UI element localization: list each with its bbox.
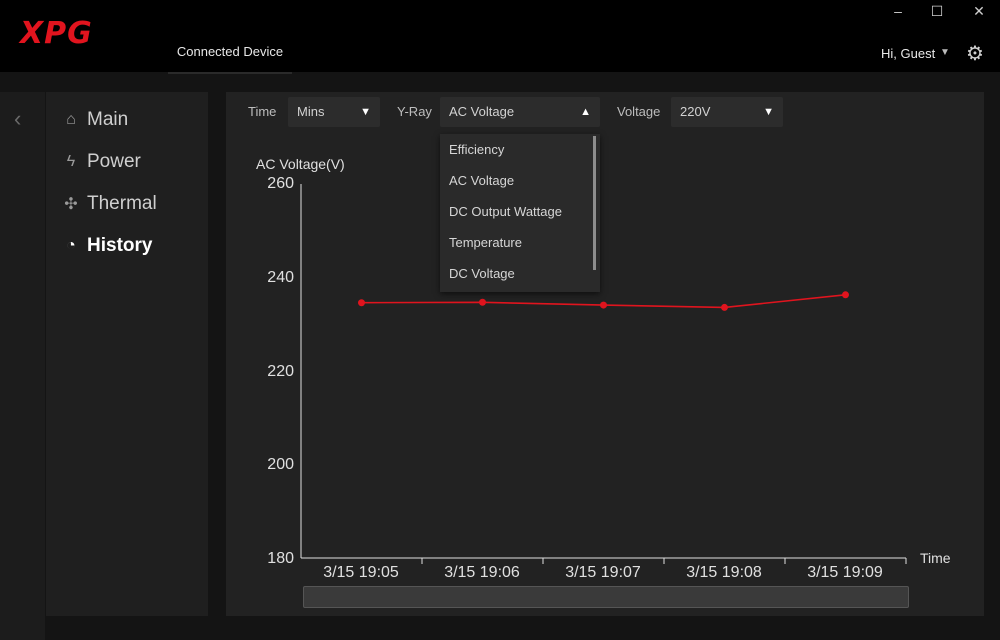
dropdown-option-temperature[interactable]: Temperature [449, 235, 522, 250]
xpg-logo: XPG [20, 16, 93, 51]
data-point[interactable] [358, 299, 365, 307]
collapse-strip [0, 92, 45, 640]
sidebar-item-label: History [87, 235, 153, 256]
chart-scrollbar[interactable] [303, 586, 909, 608]
sidebar: ⌂ Main ϟ Power ✣ Thermal ◔ History [46, 92, 208, 616]
maximize-button[interactable]: ☐ [925, 2, 949, 20]
history-panel: Time Mins ▼ Y-Ray AC Voltage ▲ Voltage 2… [226, 92, 984, 616]
history-chart [300, 184, 907, 564]
data-point[interactable] [600, 301, 607, 309]
x-tick-label: 3/15 19:08 [686, 564, 762, 581]
data-point[interactable] [842, 291, 849, 299]
user-greeting[interactable]: Hi, Guest [881, 46, 935, 61]
chevron-down-icon[interactable]: ▼ [940, 47, 950, 58]
data-point[interactable] [479, 298, 486, 306]
x-tick-label: 3/15 19:09 [807, 564, 883, 581]
dropdown-option-ac-voltage[interactable]: AC Voltage [449, 173, 514, 188]
tab-connected-device[interactable]: Connected Device [168, 34, 292, 74]
x-axis-title: Time [920, 550, 951, 566]
dropdown-scrollbar[interactable] [593, 136, 596, 270]
sidebar-item-label: Main [87, 109, 129, 130]
sidebar-item-main[interactable]: ⌂ Main [61, 105, 128, 135]
x-tick-label: 3/15 19:05 [323, 564, 399, 581]
minimize-button[interactable]: – [886, 2, 910, 20]
data-point[interactable] [721, 303, 728, 311]
home-icon: ⌂ [66, 111, 76, 128]
sidebar-item-label: Thermal [87, 193, 157, 214]
sidebar-item-history[interactable]: ◔ History [61, 231, 152, 261]
x-tick-label: 3/15 19:06 [444, 564, 520, 581]
sidebar-item-power[interactable]: ϟ Power [61, 147, 141, 177]
yray-dropdown-menu: Efficiency AC Voltage DC Output Wattage … [440, 134, 600, 292]
lightning-icon: ϟ [66, 153, 76, 170]
x-tick-label: 3/15 19:07 [565, 564, 641, 581]
fan-icon: ✣ [64, 196, 78, 213]
gear-icon[interactable]: ⚙ [966, 44, 984, 64]
clock-icon: ◔ [66, 237, 76, 254]
sidebar-item-label: Power [87, 151, 141, 172]
dropdown-option-dc-voltage[interactable]: DC Voltage [449, 266, 515, 281]
sidebar-item-thermal[interactable]: ✣ Thermal [61, 189, 157, 219]
close-button[interactable]: ✕ [967, 2, 991, 20]
dropdown-option-dc-output-wattage[interactable]: DC Output Wattage [449, 204, 562, 219]
dropdown-option-efficiency[interactable]: Efficiency [449, 142, 504, 157]
title-bar: XPG Connected Device – ☐ ✕ Hi, Guest ▼ ⚙ [0, 0, 1000, 74]
chevron-left-icon[interactable]: ‹ [14, 106, 21, 132]
